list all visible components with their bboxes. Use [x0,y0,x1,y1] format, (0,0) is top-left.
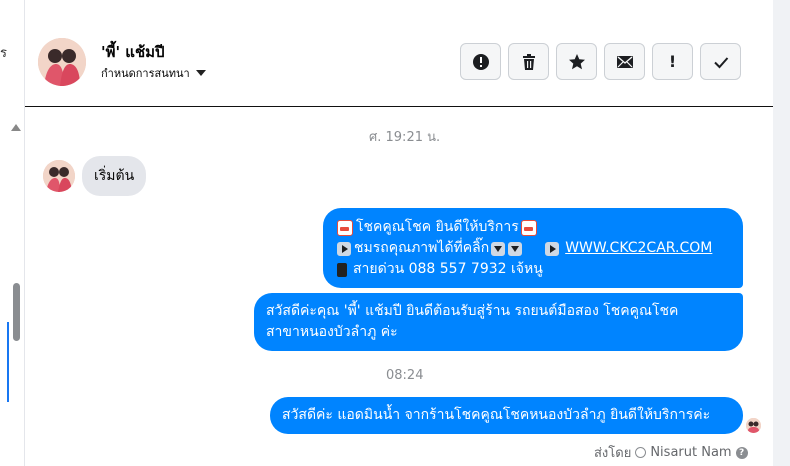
message-timestamp: 08:24 [386,368,424,383]
done-button[interactable] [700,43,741,80]
conversation-header: 'พี้' แช้มปี กำหนดการสนทนา ! [25,0,773,107]
left-panel-edge-text: ร [0,46,7,61]
alert-circle-icon [472,53,489,70]
report-button[interactable] [460,43,501,80]
scrollbar-thumb[interactable] [13,283,20,341]
conversation-toolbar: ! [460,43,741,80]
important-button[interactable]: ! [652,43,693,80]
message-text: สวัสดีค่ะคุณ 'พี้' แช้มปี ยินดีต้อนรับสู… [266,303,679,319]
mobile-phone-emoji-icon [337,262,347,277]
message-text: ชมรถคุณภาพได้ที่คลิ๊ก [354,240,490,256]
exclamation-icon: ! [668,52,677,71]
delete-button[interactable] [508,43,549,80]
left-panel-edge: ร [0,0,25,466]
sent-by-name[interactable]: Nisarut Nam [650,445,731,460]
message-text: สวัสดีค่ะ แอดมินน้ำ จากร้านโชคคูณโชคหนอง… [282,407,711,423]
message-text: โชคคูณโชค ยินดีให้บริการ [356,219,519,235]
message-text: สาขาหนองบัวลำภู ค่ะ [266,324,398,340]
right-scrollbar-track[interactable] [773,0,790,466]
play-button-emoji-icon [337,241,351,256]
down-arrow-emoji-icon [491,241,506,256]
mark-unread-button[interactable] [604,43,645,80]
conversation-settings-dropdown[interactable]: กำหนดการสนทนา [101,64,206,82]
outgoing-message-bubble[interactable]: โชคคูณโชค ยินดีให้บริการ ชมรถคุณภาพได้ที… [323,208,743,288]
sent-status-icon [635,447,647,458]
message-line: โชคคูณโชค ยินดีให้บริการ [337,217,731,238]
message-line: สายด่วน 088 557 7932 เจ้หนู [337,259,731,280]
website-link[interactable]: WWW.CKC2CAR.COM [565,238,712,259]
caret-down-icon [195,70,206,76]
sent-by-info: ส่งโดย Nisarut Nam ? [594,442,748,463]
message-timestamp: ศ. 19:21 น. [369,130,441,145]
car-emoji-icon [520,219,537,236]
play-button-emoji-icon [545,241,560,256]
conversation-settings-label: กำหนดการสนทนา [101,67,190,80]
check-icon [713,56,728,68]
car-emoji-icon [337,219,353,236]
message-text: สายด่วน 088 557 7932 เจ้หนู [353,261,543,277]
outgoing-message-bubble[interactable]: สวัสดีค่ะ แอดมินน้ำ จากร้านโชคคูณโชคหนอง… [270,397,743,434]
info-icon[interactable]: ? [735,446,748,459]
envelope-icon [616,55,633,68]
outgoing-message-bubble[interactable]: สวัสดีค่ะคุณ 'พี้' แช้มปี ยินดีต้อนรับสู… [254,293,743,351]
trash-icon [522,53,535,70]
sent-by-label: ส่งโดย [594,446,632,461]
star-icon [568,53,585,69]
scroll-up-arrow-icon[interactable] [11,124,21,131]
message-line: ชมรถคุณภาพได้ที่คลิ๊ก WWW.CKC2CAR.COM [337,238,731,259]
star-button[interactable] [556,43,597,80]
seen-by-avatar [746,418,761,433]
down-arrow-emoji-icon [508,241,523,256]
incoming-message-bubble[interactable]: เริ่มต้น [82,156,147,196]
selected-indicator [7,322,9,402]
sender-avatar[interactable] [43,160,75,192]
contact-name[interactable]: 'พี้' แช้มปี [101,40,165,64]
contact-avatar[interactable] [38,38,86,86]
